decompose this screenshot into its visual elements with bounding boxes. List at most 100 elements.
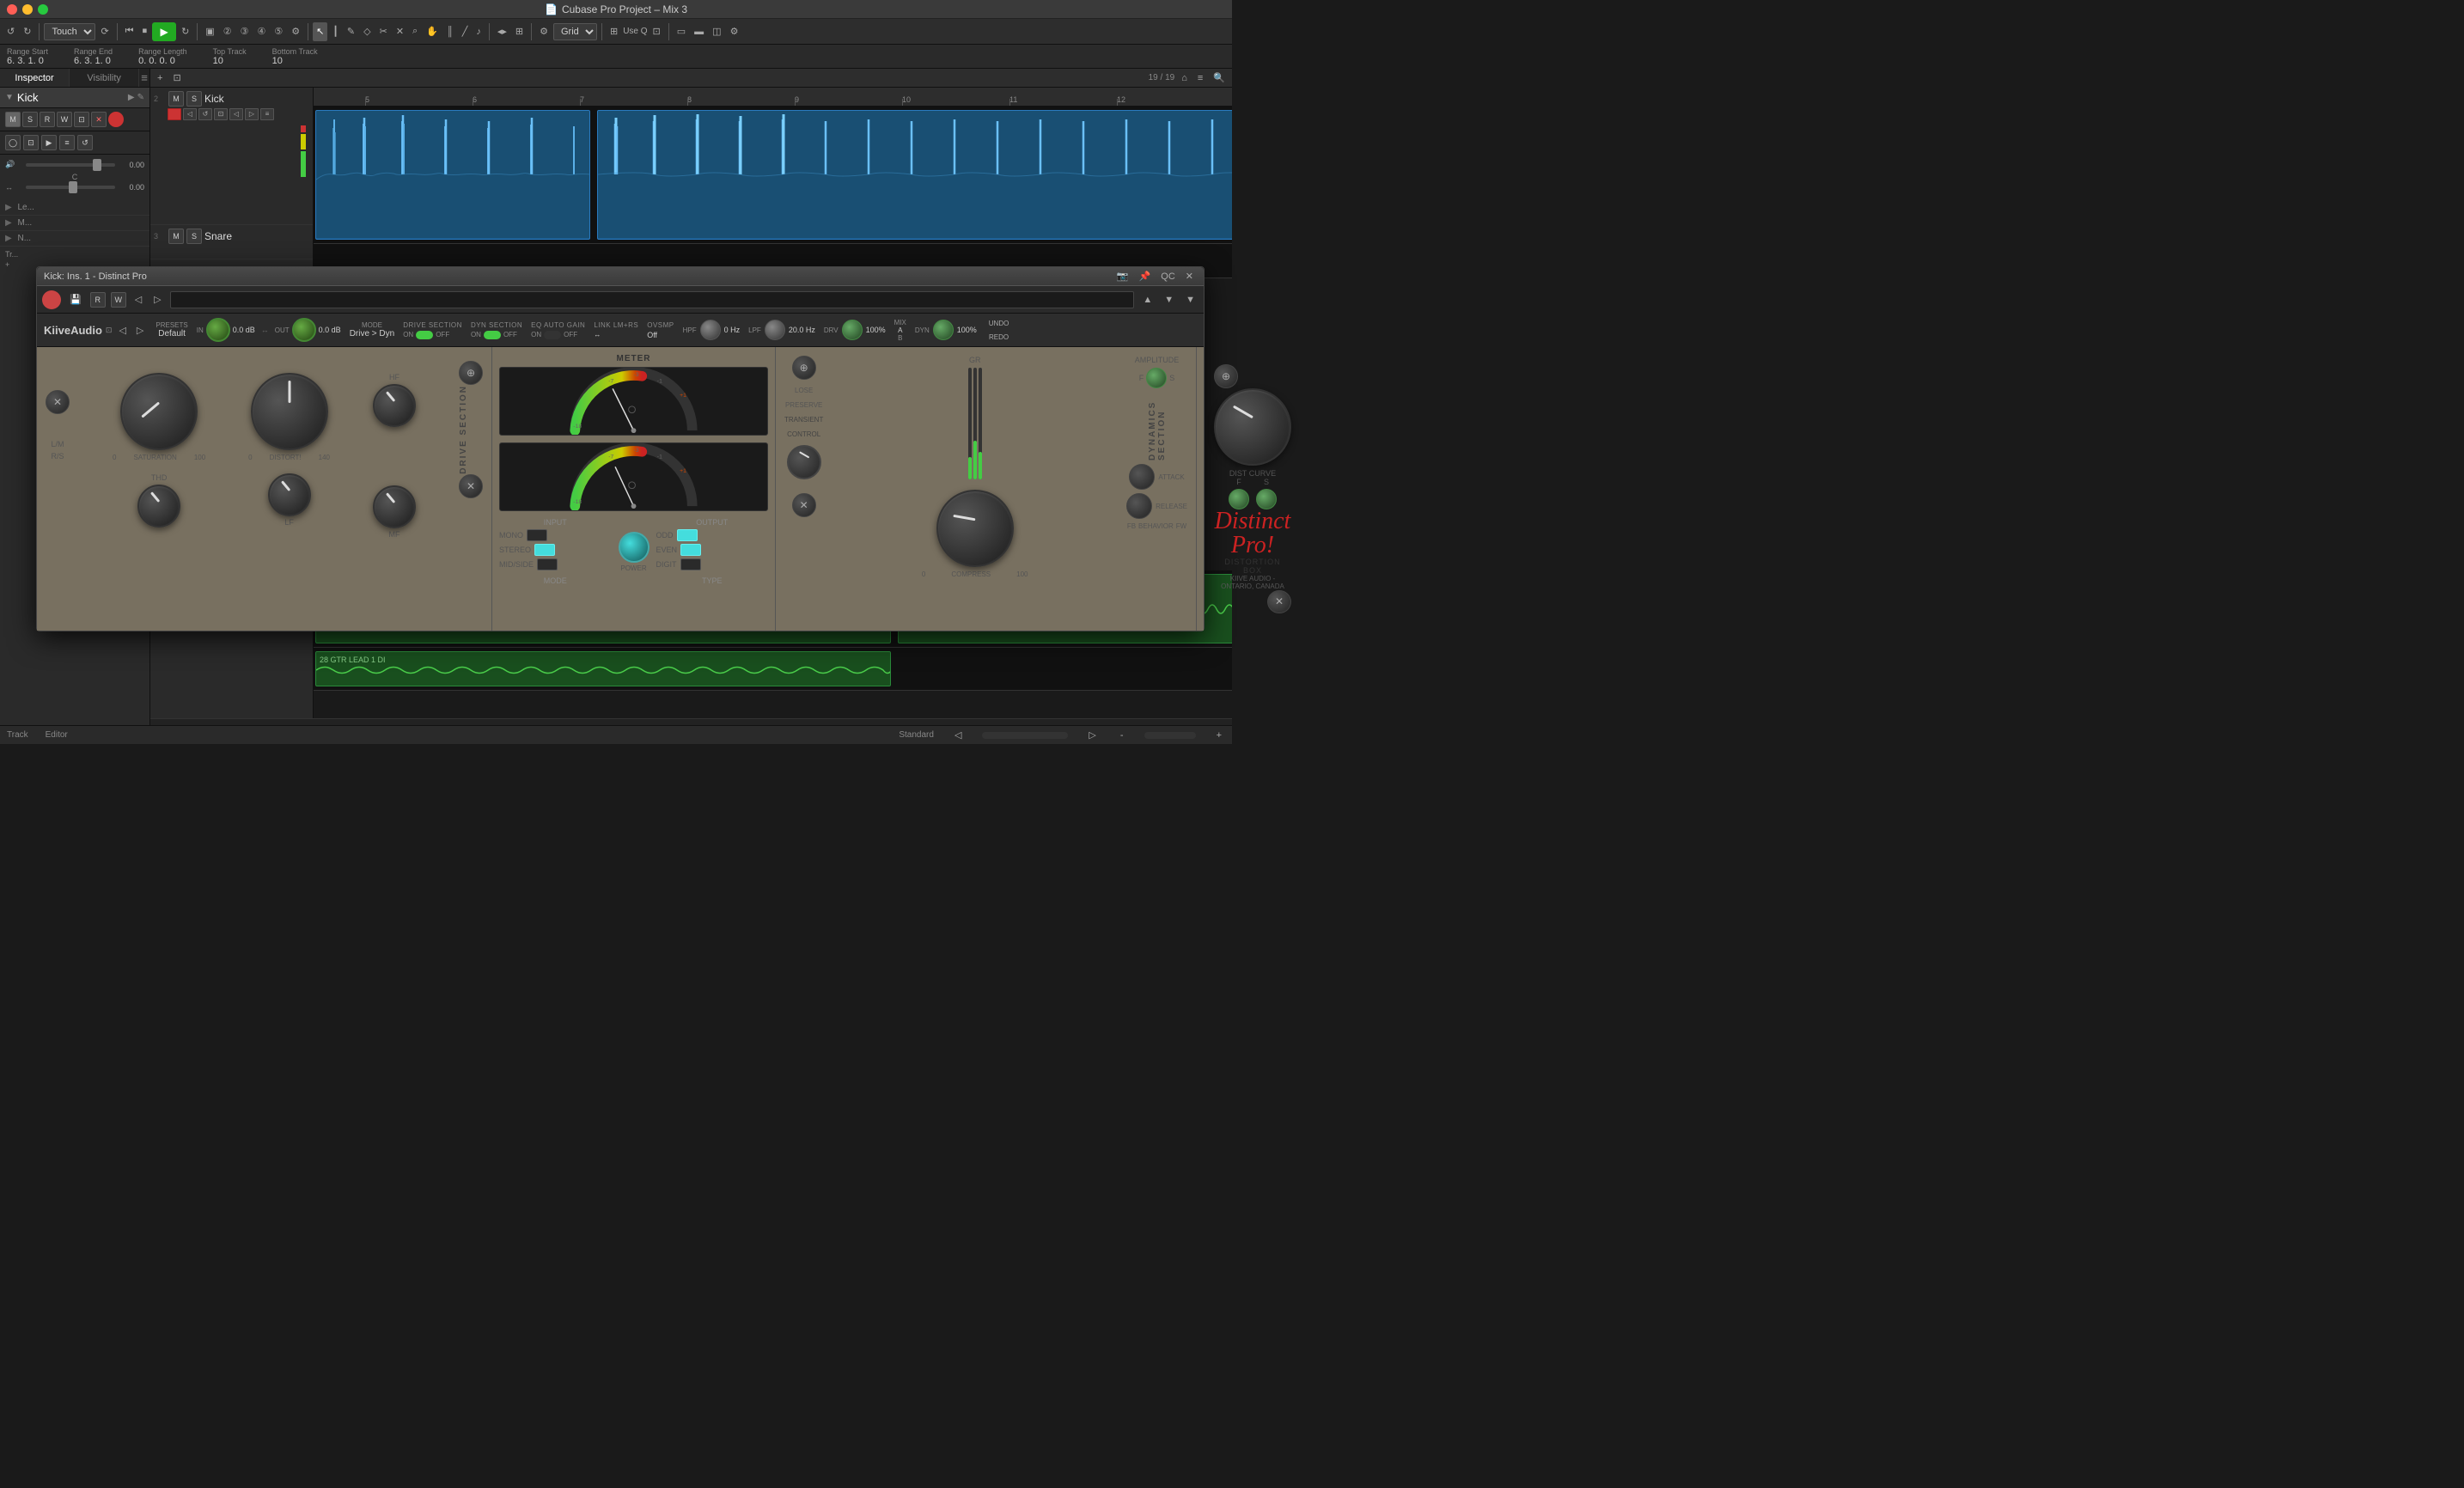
settings-2[interactable]: ⚙ xyxy=(536,22,552,41)
tool-5[interactable]: ⑤ xyxy=(271,22,286,41)
close-button[interactable] xyxy=(7,4,17,15)
rewind-button[interactable]: ⏮ xyxy=(122,22,137,41)
amp-f-knob[interactable] xyxy=(1146,368,1167,388)
section-n-arrow[interactable]: ▶ xyxy=(5,234,12,243)
horizontal-scrollbar[interactable] xyxy=(150,718,1232,725)
solo-button[interactable]: S xyxy=(22,112,38,127)
drv-knob[interactable] xyxy=(842,320,863,340)
kick-rewind-btn[interactable]: ◁ xyxy=(183,108,197,120)
scroll-thumb[interactable] xyxy=(982,732,1068,739)
add-track-button[interactable]: + xyxy=(154,69,166,88)
dist-corner-btn-tl[interactable]: ⊕ xyxy=(1214,364,1238,388)
zoom-slider[interactable] xyxy=(1144,732,1196,739)
stereo-led[interactable] xyxy=(534,544,555,556)
snare-mute-btn[interactable]: M xyxy=(168,229,184,244)
section-arrow[interactable]: ▶ xyxy=(5,203,12,212)
monitor-button[interactable]: ⊡ xyxy=(74,112,89,127)
drive-on-toggle[interactable] xyxy=(416,331,433,339)
saturation-knob[interactable] xyxy=(120,373,198,450)
kick-fwd-btn[interactable]: ▷ xyxy=(245,108,259,120)
track-settings-button[interactable]: ⊡ xyxy=(169,69,184,88)
zoom-out-btn[interactable]: - xyxy=(1117,726,1127,745)
hpf-knob[interactable] xyxy=(700,320,721,340)
stop-button[interactable]: ⏹ xyxy=(139,22,151,41)
audio-tool[interactable]: ♪ xyxy=(473,22,485,41)
mute-button[interactable]: M xyxy=(5,112,21,127)
plugin-qc-btn[interactable]: QC xyxy=(1157,267,1179,286)
minimize-button[interactable] xyxy=(22,4,33,15)
plugin-close-btn[interactable]: ✕ xyxy=(1182,267,1197,286)
record-enable-button[interactable]: ✕ xyxy=(91,112,107,127)
release-knob[interactable] xyxy=(1126,493,1152,519)
hand-tool[interactable]: ✋ xyxy=(423,22,442,41)
plugin-save-btn[interactable]: 💾 xyxy=(66,290,85,309)
kick-solo-btn[interactable]: S xyxy=(186,91,202,107)
eq-on-toggle[interactable] xyxy=(544,331,561,339)
settings-3[interactable]: ⚙ xyxy=(727,22,742,41)
plugin-brand-prev[interactable]: ◁ xyxy=(115,320,129,339)
track-search-button[interactable]: 🔍 xyxy=(1210,69,1229,88)
fx-btn-1[interactable]: ◯ xyxy=(5,135,21,150)
record-button[interactable] xyxy=(108,112,124,127)
collapse-icon[interactable]: ▼ xyxy=(5,93,14,102)
dist-f-knob[interactable] xyxy=(1229,489,1249,509)
dyn-on-toggle[interactable] xyxy=(484,331,501,339)
fx-btn-2[interactable]: ⊡ xyxy=(23,135,39,150)
midside-led[interactable] xyxy=(537,558,558,570)
plugin-preset-down[interactable]: ▼ xyxy=(1161,290,1177,309)
mode-dropdown[interactable]: Touch xyxy=(44,23,95,40)
hf-knob[interactable] xyxy=(373,384,416,427)
cursor-tool[interactable]: ┃ xyxy=(329,22,342,41)
track-home-button[interactable]: ⌂ xyxy=(1178,69,1191,88)
nudge-tool[interactable]: ◂▸ xyxy=(494,22,510,41)
read-button[interactable]: R xyxy=(40,112,55,127)
power-led-btn[interactable] xyxy=(619,532,650,563)
layout-1[interactable]: ▭ xyxy=(674,22,689,41)
drive-corner-btn-br[interactable]: ✕ xyxy=(459,474,483,498)
mf-knob[interactable] xyxy=(373,485,416,528)
plugin-pin-btn[interactable]: 📌 xyxy=(1136,267,1155,286)
volume-fader[interactable] xyxy=(26,163,115,167)
plugin-preset-menu[interactable]: ▼ xyxy=(1182,290,1198,309)
digit-led[interactable] xyxy=(680,558,701,570)
plugin-write-btn[interactable]: W xyxy=(111,292,126,308)
volume-thumb[interactable] xyxy=(93,159,101,171)
tool-1[interactable]: ▣ xyxy=(202,22,217,41)
zoom-tool[interactable]: ⌕ xyxy=(409,22,421,41)
lf-knob[interactable] xyxy=(268,473,311,516)
pan-thumb[interactable] xyxy=(69,181,77,193)
tool-4[interactable]: ④ xyxy=(253,22,269,41)
tool-settings[interactable]: ⚙ xyxy=(288,22,303,41)
kick-mute-btn[interactable]: M xyxy=(168,91,184,107)
inspector-settings[interactable]: ≡ xyxy=(139,69,149,87)
tool-2[interactable]: ② xyxy=(220,22,235,41)
plugin-redo-btn[interactable]: REDO xyxy=(985,331,1012,343)
line-tool[interactable]: ╱ xyxy=(459,22,472,41)
write-button[interactable]: W xyxy=(57,112,72,127)
snare-solo-btn[interactable]: S xyxy=(186,229,202,244)
quantize-toggle[interactable]: ⊞ xyxy=(607,22,621,41)
dist-s-knob[interactable] xyxy=(1256,489,1277,509)
tab-visibility[interactable]: Visibility xyxy=(70,69,139,87)
glue-tool[interactable]: ◇ xyxy=(360,22,374,41)
tab-inspector[interactable]: Inspector xyxy=(0,69,70,87)
section-m-arrow[interactable]: ▶ xyxy=(5,218,12,228)
select-tool[interactable]: ↖ xyxy=(313,22,327,41)
plugin-preset-name[interactable] xyxy=(170,291,1135,308)
pan-fader[interactable] xyxy=(26,186,115,189)
dyn-corner-btn-tl[interactable]: ⊕ xyxy=(792,356,816,380)
split-tool[interactable]: ✂ xyxy=(376,22,391,41)
plugin-power-btn[interactable] xyxy=(42,290,61,309)
kick-clip-2[interactable] xyxy=(597,110,1232,240)
kick-more-btn[interactable]: ≡ xyxy=(260,108,274,120)
redo-button[interactable]: ↻ xyxy=(20,22,34,41)
attack-knob[interactable] xyxy=(1129,464,1155,490)
odd-led[interactable] xyxy=(677,529,698,541)
kick-stop-btn[interactable]: ⊡ xyxy=(214,108,228,120)
zoom-in-btn[interactable]: + xyxy=(1213,726,1225,745)
plugin-next-btn[interactable]: ▷ xyxy=(150,290,164,309)
layout-3[interactable]: ◫ xyxy=(709,22,724,41)
mute-tool[interactable]: ✕ xyxy=(393,22,407,41)
mono-led[interactable] xyxy=(527,529,547,541)
in-knob[interactable] xyxy=(206,318,230,342)
